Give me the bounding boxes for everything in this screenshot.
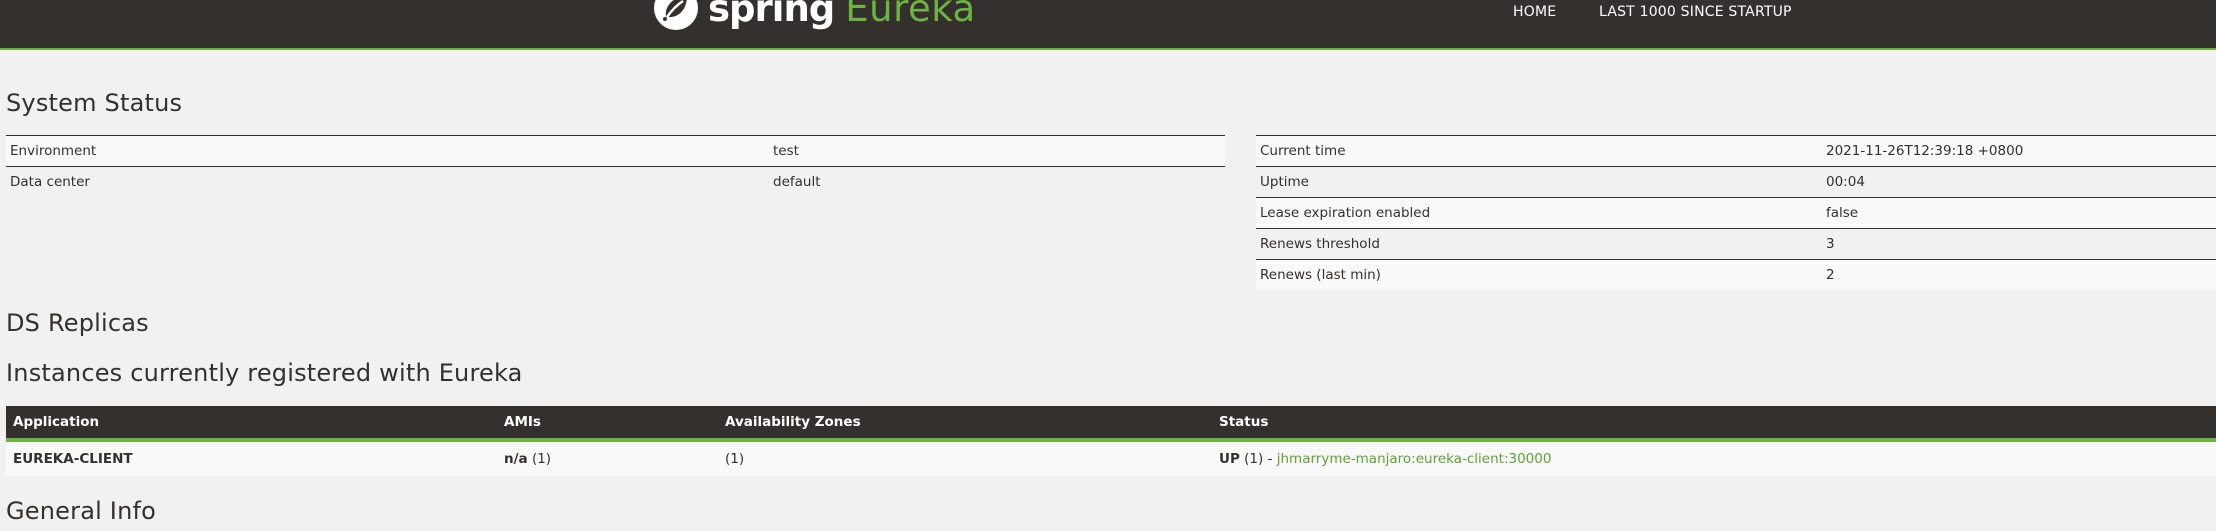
table-row: Uptime 00:04 <box>1256 166 2216 198</box>
instance-link[interactable]: jhmarryme-manjaro:eureka-client:30000 <box>1277 451 1552 467</box>
table-row: EUREKA-CLIENT n/a (1) (1) UP (1) - jhmar… <box>6 440 2216 476</box>
nav-home-link[interactable]: HOME <box>1513 0 1556 24</box>
environment-value: test <box>769 135 1225 167</box>
table-row: Data center default <box>6 166 1225 197</box>
data-center-label: Data center <box>6 166 769 197</box>
data-center-value: default <box>769 166 1225 197</box>
zones-count: (1) <box>725 451 745 467</box>
nav-last-1000-link[interactable]: LAST 1000 SINCE STARTUP <box>1599 0 1792 24</box>
amis-value: n/a <box>504 451 528 467</box>
status-cell: UP (1) - jhmarryme-manjaro:eureka-client… <box>1212 440 2216 476</box>
amis-count: (1) <box>531 451 552 467</box>
renews-threshold-value: 3 <box>1822 228 2216 260</box>
application-name: EUREKA-CLIENT <box>13 451 133 467</box>
amis-cell: n/a (1) <box>497 440 718 476</box>
column-header-application: Application <box>6 406 497 442</box>
spring-leaf-icon <box>654 0 698 30</box>
column-header-availability-zones: Availability Zones <box>718 406 1212 442</box>
column-header-status: Status <box>1212 406 2216 442</box>
brand-eureka-text: Eureka <box>845 0 976 30</box>
uptime-value: 00:04 <box>1822 166 2216 198</box>
lease-expiration-value: false <box>1822 197 2216 229</box>
column-header-amis: AMIs <box>497 406 718 442</box>
status-value: UP <box>1219 451 1240 467</box>
system-status-heading: System Status <box>6 89 183 117</box>
renews-threshold-label: Renews threshold <box>1256 228 1822 260</box>
zones-cell: (1) <box>718 440 1212 476</box>
current-time-value: 2021-11-26T12:39:18 +0800 <box>1822 135 2216 167</box>
current-time-label: Current time <box>1256 135 1822 167</box>
table-row: Lease expiration enabled false <box>1256 197 2216 229</box>
renews-last-min-label: Renews (last min) <box>1256 259 1822 290</box>
brand-logo-link[interactable]: spring Eureka <box>652 0 976 32</box>
application-cell: EUREKA-CLIENT <box>6 440 497 476</box>
general-info-heading: General Info <box>6 497 157 525</box>
table-row: Current time 2021-11-26T12:39:18 +0800 <box>1256 135 2216 167</box>
navbar: spring Eureka HOME LAST 1000 SINCE START… <box>0 0 2216 50</box>
environment-table: Environment test Data center default <box>6 135 1225 197</box>
environment-label: Environment <box>6 135 769 167</box>
time-status-table: Current time 2021-11-26T12:39:18 +0800 U… <box>1256 135 2216 290</box>
ds-replicas-heading: DS Replicas <box>6 309 149 337</box>
instances-table: Application AMIs Availability Zones Stat… <box>6 406 2216 476</box>
lease-expiration-label: Lease expiration enabled <box>1256 197 1822 229</box>
uptime-label: Uptime <box>1256 166 1822 198</box>
table-header-row: Application AMIs Availability Zones Stat… <box>6 406 2216 442</box>
instances-heading: Instances currently registered with Eure… <box>6 359 523 387</box>
status-count: (1) - <box>1244 451 1273 467</box>
brand-spring-text: spring <box>708 0 835 30</box>
table-row: Renews (last min) 2 <box>1256 259 2216 290</box>
table-row: Environment test <box>6 135 1225 167</box>
table-row: Renews threshold 3 <box>1256 228 2216 260</box>
renews-last-min-value: 2 <box>1822 259 2216 290</box>
